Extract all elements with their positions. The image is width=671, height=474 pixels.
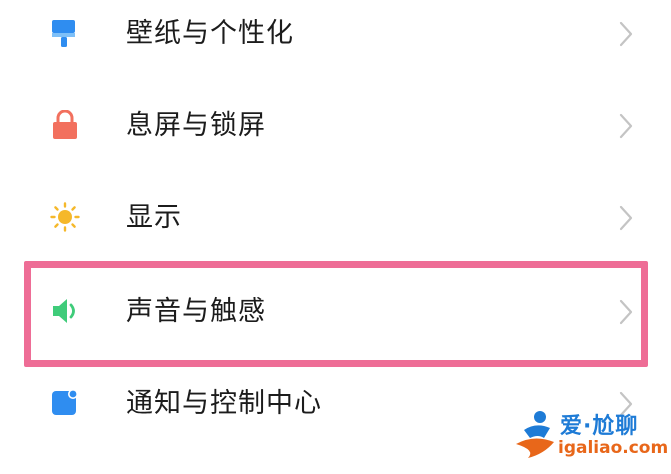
settings-item-lock-screen[interactable]: 息屏与锁屏 (0, 80, 671, 172)
settings-item-display[interactable]: 显示 (0, 172, 671, 264)
settings-list: 壁纸与个性化 息屏与锁屏 显示 声音与触感 通知与控制中心 (0, 0, 671, 474)
chevron-right-icon (619, 113, 633, 139)
chevron-right-icon (619, 299, 633, 325)
settings-item-sound[interactable]: 声音与触感 (0, 266, 671, 358)
settings-item-label: 息屏与锁屏 (126, 110, 266, 141)
watermark-title: 爱·尬聊 (560, 414, 639, 439)
settings-item-label: 通知与控制中心 (126, 388, 322, 419)
notification-icon (52, 389, 78, 415)
speaker-icon (53, 299, 75, 323)
settings-item-label: 声音与触感 (126, 296, 266, 327)
paintbrush-icon (52, 20, 75, 47)
lock-icon (53, 110, 77, 139)
watermark-url: igaliao.com (558, 438, 669, 458)
chevron-right-icon (619, 205, 633, 231)
chevron-right-icon (619, 21, 633, 47)
settings-item-label: 显示 (126, 202, 182, 233)
sun-icon (50, 202, 80, 232)
settings-item-wallpaper[interactable]: 壁纸与个性化 (0, 0, 671, 80)
mascot-icon (516, 411, 554, 458)
settings-item-label: 壁纸与个性化 (126, 18, 294, 49)
site-watermark: 爱·尬聊 igaliao.com (510, 404, 668, 466)
